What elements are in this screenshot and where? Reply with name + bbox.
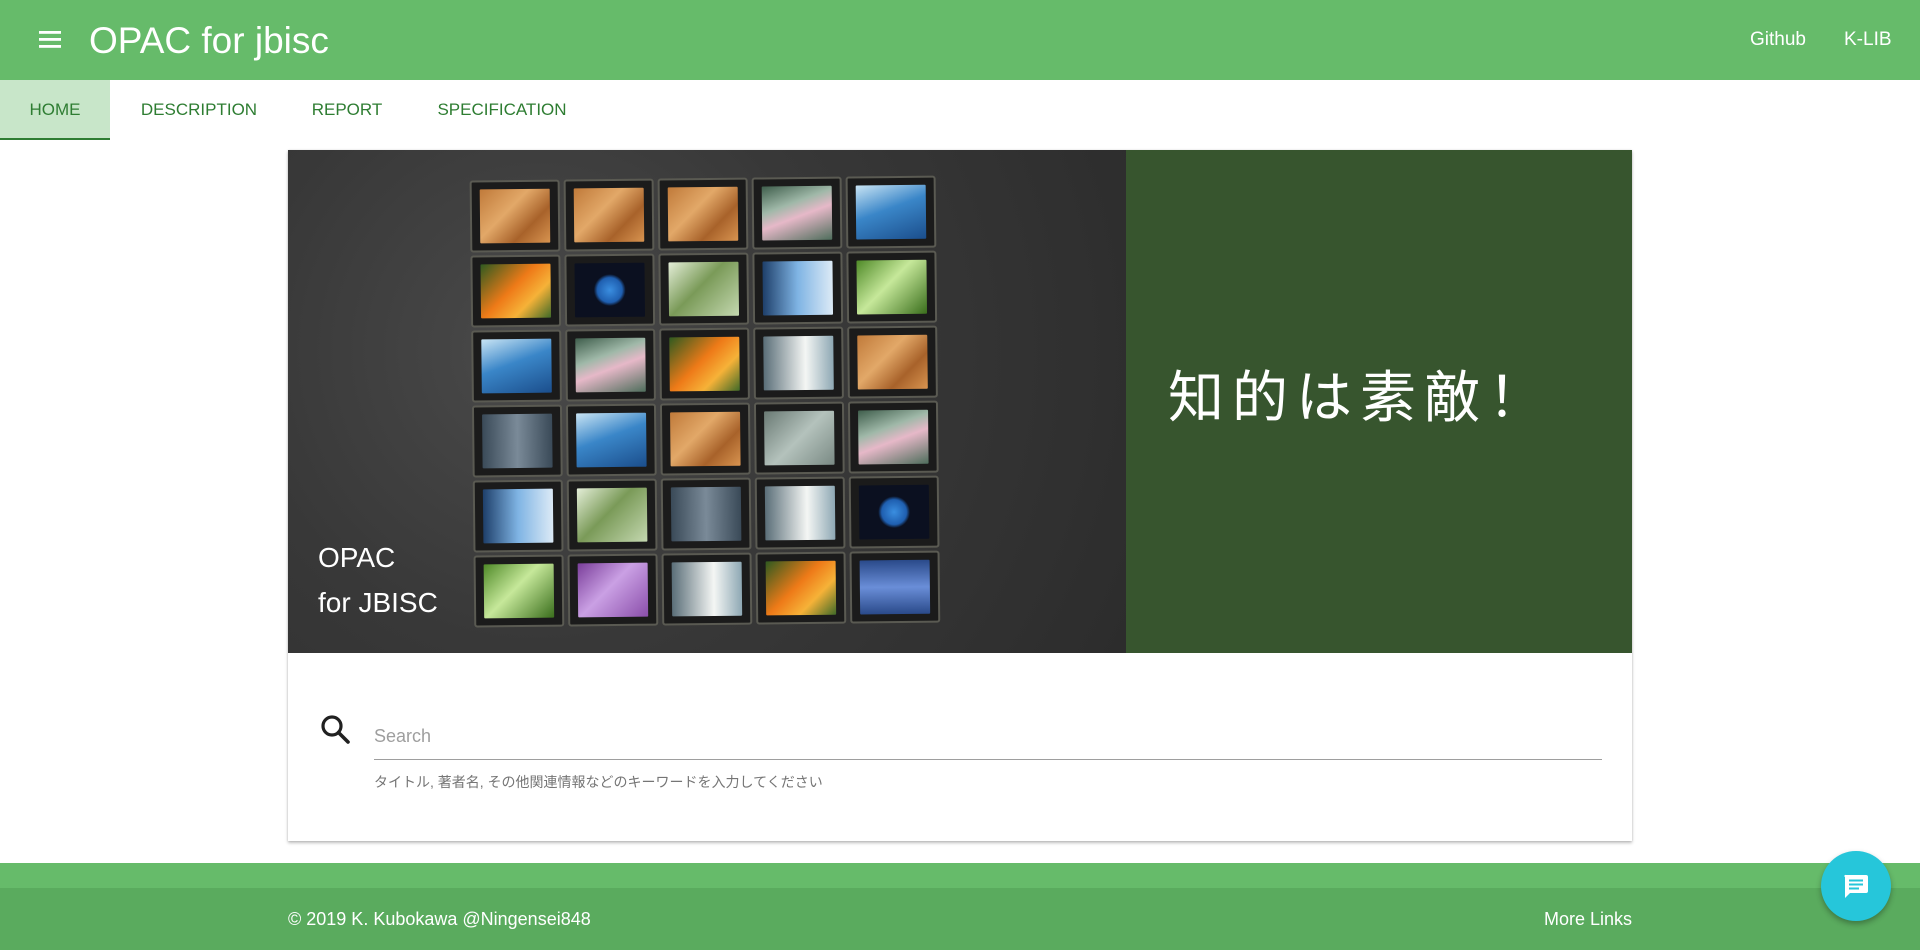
- chat-icon: [1844, 874, 1868, 898]
- tablet-tile: [566, 478, 658, 552]
- tab-description[interactable]: DESCRIPTION: [134, 80, 264, 140]
- tablet-tile: [755, 551, 847, 625]
- tablet-tile: [471, 404, 563, 478]
- app-title[interactable]: OPAC for jbisc: [89, 18, 329, 64]
- search-input[interactable]: [374, 714, 1602, 760]
- tablet-screen: [480, 263, 552, 319]
- tablet-tile: [567, 553, 659, 627]
- tablet-screen: [667, 186, 739, 242]
- tablet-grid-image: [469, 175, 953, 641]
- tablet-tile: [659, 402, 751, 476]
- hero-slogan: 知的は素敵！: [1168, 366, 1552, 431]
- more-links-link[interactable]: More Links: [1544, 907, 1632, 931]
- footer-top-band: [0, 863, 1920, 888]
- tablet-screen: [858, 409, 929, 465]
- tablet-screen: [576, 487, 648, 543]
- tablet-tile: [472, 479, 564, 553]
- tablet-screen: [764, 410, 835, 466]
- tablet-screen: [671, 561, 743, 617]
- tablet-tile: [659, 327, 750, 401]
- tablet-screen: [573, 187, 645, 243]
- search-helper-text: タイトル, 著者名, その他関連情報などのキーワードを入力してください: [374, 774, 823, 790]
- tablet-tile: [658, 252, 750, 326]
- tablet-tile: [657, 177, 749, 251]
- tablet-tile: [565, 403, 657, 477]
- hero-image: OPAC for JBISC: [288, 150, 1126, 653]
- tablet-tile: [565, 328, 656, 402]
- tablet-tile: [473, 554, 565, 628]
- hero-banner: OPAC for JBISC 知的は素敵！: [288, 150, 1632, 653]
- tablet-tile: [660, 477, 752, 551]
- search-card: OPAC for JBISC 知的は素敵！ タイトル, 著者名, その他関連情報…: [288, 150, 1632, 841]
- tablet-screen: [482, 413, 553, 469]
- tablet-tile: [846, 250, 938, 324]
- tablet-screen: [574, 262, 646, 318]
- tablet-tile: [753, 326, 844, 400]
- tablet-screen: [575, 337, 646, 393]
- tablet-screen: [670, 486, 742, 542]
- footer: © 2019 K. Kubokawa @Ningensei848 More Li…: [0, 888, 1920, 950]
- chat-fab-button[interactable]: [1821, 851, 1891, 921]
- tablet-screen: [481, 338, 552, 394]
- tablet-screen: [483, 563, 555, 619]
- tab-home[interactable]: HOME: [0, 80, 110, 140]
- tablet-tile: [754, 476, 846, 550]
- tablet-screen: [576, 412, 647, 468]
- hero-caption-line1: OPAC: [318, 542, 396, 573]
- tab-report[interactable]: REPORT: [306, 80, 388, 140]
- tablet-tile: [752, 251, 844, 325]
- tablet-tile: [845, 175, 937, 249]
- tablet-tile: [847, 400, 939, 474]
- tablet-tile: [469, 179, 561, 253]
- copyright-text: © 2019 K. Kubokawa @Ningensei848: [288, 909, 591, 929]
- tablet-screen: [669, 336, 740, 392]
- k-lib-link[interactable]: K-LIB: [1844, 28, 1892, 52]
- tablet-tile: [564, 253, 656, 327]
- tablet-screen: [765, 560, 837, 616]
- tablet-tile: [471, 329, 562, 403]
- tablet-screen: [482, 488, 554, 544]
- tablet-screen: [577, 562, 649, 618]
- hero-caption-line2: for JBISC: [318, 587, 438, 618]
- tablet-screen: [858, 484, 930, 540]
- tablet-screen: [761, 185, 833, 241]
- tablet-screen: [859, 559, 931, 615]
- menu-icon[interactable]: [36, 26, 66, 54]
- app-bar: OPAC for jbisc Github K-LIB: [0, 0, 1920, 80]
- tab-bar: HOME DESCRIPTION REPORT SPECIFICATION: [0, 80, 1920, 140]
- tablet-tile: [849, 550, 941, 624]
- github-link[interactable]: Github: [1750, 28, 1806, 52]
- tab-specification[interactable]: SPECIFICATION: [434, 80, 570, 140]
- tablet-screen: [670, 411, 741, 467]
- tablet-tile: [847, 325, 938, 399]
- hero-caption: OPAC for JBISC: [318, 535, 438, 625]
- tablet-tile: [661, 552, 753, 626]
- tablet-screen: [763, 335, 834, 391]
- tablet-screen: [855, 184, 927, 240]
- tablet-screen: [857, 334, 928, 390]
- tablet-screen: [479, 188, 551, 244]
- tablet-tile: [563, 178, 655, 252]
- tablet-tile: [848, 475, 940, 549]
- tablet-tile: [751, 176, 843, 250]
- hero-slogan-panel: 知的は素敵！: [1126, 150, 1632, 653]
- tablet-screen: [764, 485, 836, 541]
- tablet-screen: [668, 261, 740, 317]
- tablet-tile: [753, 401, 845, 475]
- tablet-tile: [470, 254, 562, 328]
- search-icon: [319, 713, 353, 747]
- tablet-screen: [762, 260, 834, 316]
- tablet-screen: [856, 259, 928, 315]
